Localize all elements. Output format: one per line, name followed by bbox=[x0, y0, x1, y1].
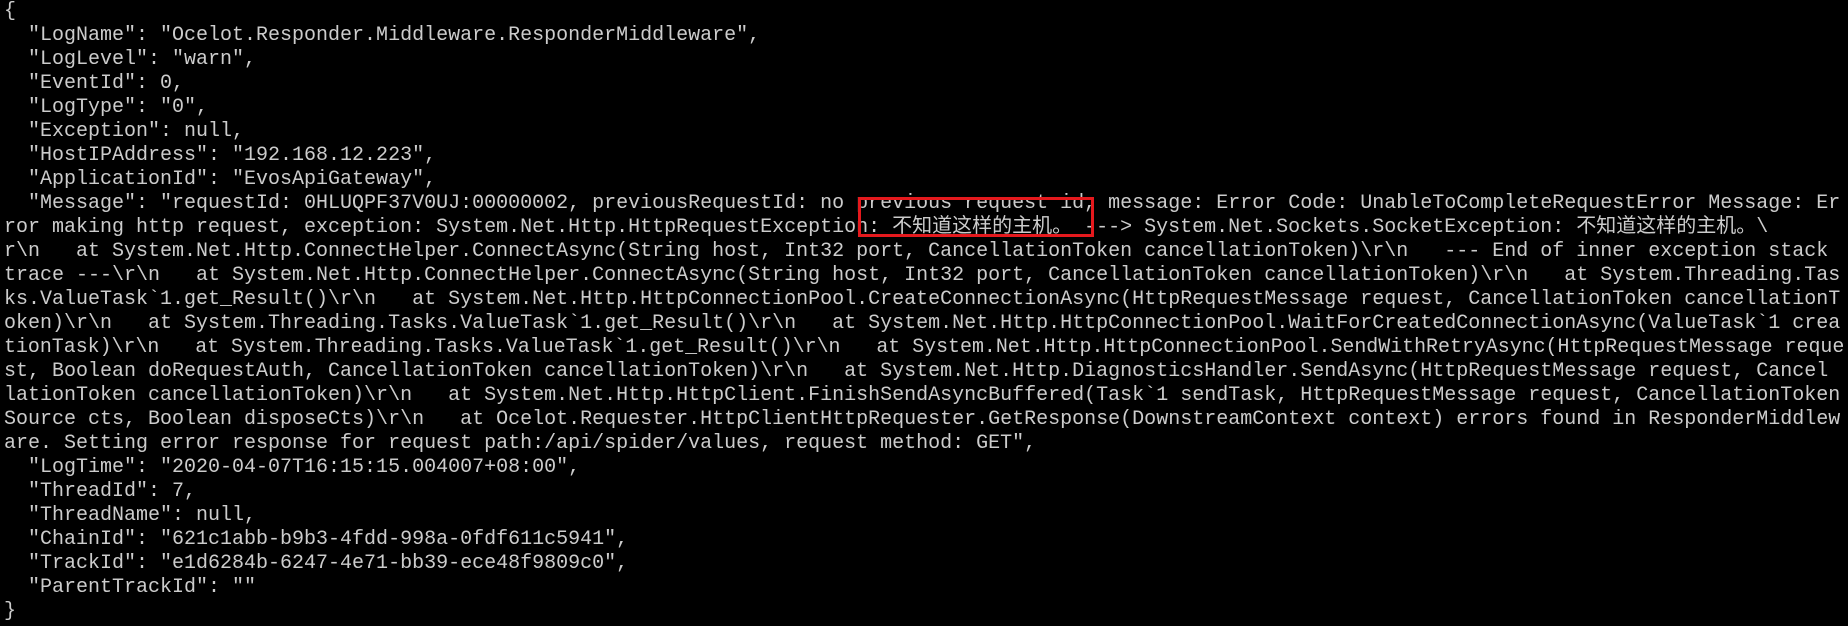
console-output[interactable]: { "LogName": "Ocelot.Responder.Middlewar… bbox=[4, 0, 1844, 626]
console-line: "ChainId": "621c1abb-b9b3-4fdd-998a-0fdf… bbox=[4, 528, 629, 551]
console-line: are. Setting error response for request … bbox=[4, 432, 1037, 455]
console-line: "LogName": "Ocelot.Responder.Middleware.… bbox=[4, 24, 761, 47]
console-line: "EventId": 0, bbox=[4, 72, 185, 95]
console-line: trace ---\r\n at System.Net.Http.Connect… bbox=[4, 264, 1841, 287]
console-line: ror making http request, exception: Syst… bbox=[4, 216, 1769, 239]
console-line: "TrackId": "e1d6284b-6247-4e71-bb39-ece4… bbox=[4, 552, 629, 575]
console-line: "HostIPAddress": "192.168.12.223", bbox=[4, 144, 437, 167]
console-line: Source cts, Boolean disposeCts)\r\n at O… bbox=[4, 408, 1841, 431]
console-line: oken)\r\n at System.Threading.Tasks.Valu… bbox=[4, 312, 1841, 335]
console-line: "LogTime": "2020-04-07T16:15:15.004007+0… bbox=[4, 456, 581, 479]
console-line: "LogType": "0", bbox=[4, 96, 209, 119]
console-line: } bbox=[4, 600, 17, 623]
console-line: "ApplicationId": "EvosApiGateway", bbox=[4, 168, 437, 191]
console-line: tionTask)\r\n at System.Threading.Tasks.… bbox=[4, 336, 1845, 359]
console-line: lationToken cancellationToken)\r\n at Sy… bbox=[4, 384, 1841, 407]
console-line: "ThreadId": 7, bbox=[4, 480, 197, 503]
console-line: "ParentTrackId": "" bbox=[4, 576, 257, 599]
console-line: "Exception": null, bbox=[4, 120, 245, 143]
console-line: "LogLevel": "warn", bbox=[4, 48, 257, 71]
console-line: st, Boolean doRequestAuth, CancellationT… bbox=[4, 360, 1829, 383]
console-line: "Message": "requestId: 0HLUQPF37V0UJ:000… bbox=[4, 192, 1841, 215]
console-line: ks.ValueTask`1.get_Result()\r\n at Syste… bbox=[4, 288, 1841, 311]
console-line: "ThreadName": null, bbox=[4, 504, 257, 527]
console-line: r\n at System.Net.Http.ConnectHelper.Con… bbox=[4, 240, 1829, 263]
console-line: { bbox=[4, 0, 17, 23]
